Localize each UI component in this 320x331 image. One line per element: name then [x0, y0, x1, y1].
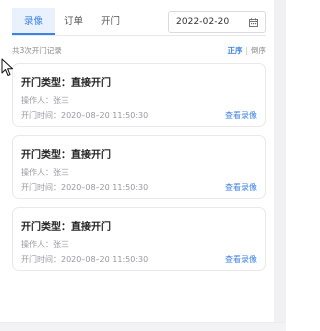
tabs-divider: [12, 35, 266, 36]
sort-separator: |: [245, 46, 248, 55]
record-operator: 操作人：张三: [21, 240, 69, 249]
record-type: 开门类型：直接开门: [21, 150, 111, 161]
record-time: 开门时间：2020–08–20 11:50:30: [21, 183, 149, 192]
mouse-pointer-icon: [1, 58, 13, 76]
view-recording-link[interactable]: 查看录像: [225, 254, 257, 265]
view-recording-link[interactable]: 查看录像: [225, 182, 257, 193]
record-card: 开门类型：直接开门 操作人：张三 开门时间：2020–08–20 11:50:3…: [12, 63, 266, 127]
tab-door-open[interactable]: 开门: [92, 8, 129, 35]
record-type: 开门类型：直接开门: [21, 222, 111, 233]
record-count: 共3次开门记录: [12, 46, 62, 55]
sort-asc-button[interactable]: 正序: [227, 46, 242, 55]
bottom-strip: [0, 322, 286, 331]
record-operator: 操作人：张三: [21, 96, 69, 105]
record-card: 开门类型：直接开门 操作人：张三 开门时间：2020–08–20 11:50:3…: [12, 207, 266, 271]
sort-toggle: 正序 | 倒序: [227, 45, 266, 56]
date-picker[interactable]: 2022-02-20: [168, 11, 266, 33]
view-recording-link[interactable]: 查看录像: [225, 110, 257, 121]
record-type: 开门类型：直接开门: [21, 78, 111, 89]
calendar-icon[interactable]: [249, 17, 258, 27]
tab-orders[interactable]: 订单: [55, 8, 92, 35]
date-value: 2022-02-20: [176, 17, 230, 27]
tab-recording[interactable]: 录像: [12, 8, 56, 35]
summary-row: 共3次开门记录 正序 | 倒序: [12, 45, 266, 57]
record-time: 开门时间：2020–08–20 11:50:30: [21, 111, 149, 120]
records-panel: 录像 订单 开门 2022-02-20 共3次开门记录 正序 | 倒序 开门类型：直…: [0, 0, 274, 322]
sort-desc-button[interactable]: 倒序: [251, 46, 266, 55]
scrollbar-track[interactable]: [274, 0, 286, 322]
record-card: 开门类型：直接开门 操作人：张三 开门时间：2020–08–20 11:50:3…: [12, 135, 266, 199]
record-operator: 操作人：张三: [21, 168, 69, 177]
record-time: 开门时间：2020–08–20 11:50:30: [21, 255, 149, 264]
tab-bar: 录像 订单 开门: [12, 8, 129, 35]
